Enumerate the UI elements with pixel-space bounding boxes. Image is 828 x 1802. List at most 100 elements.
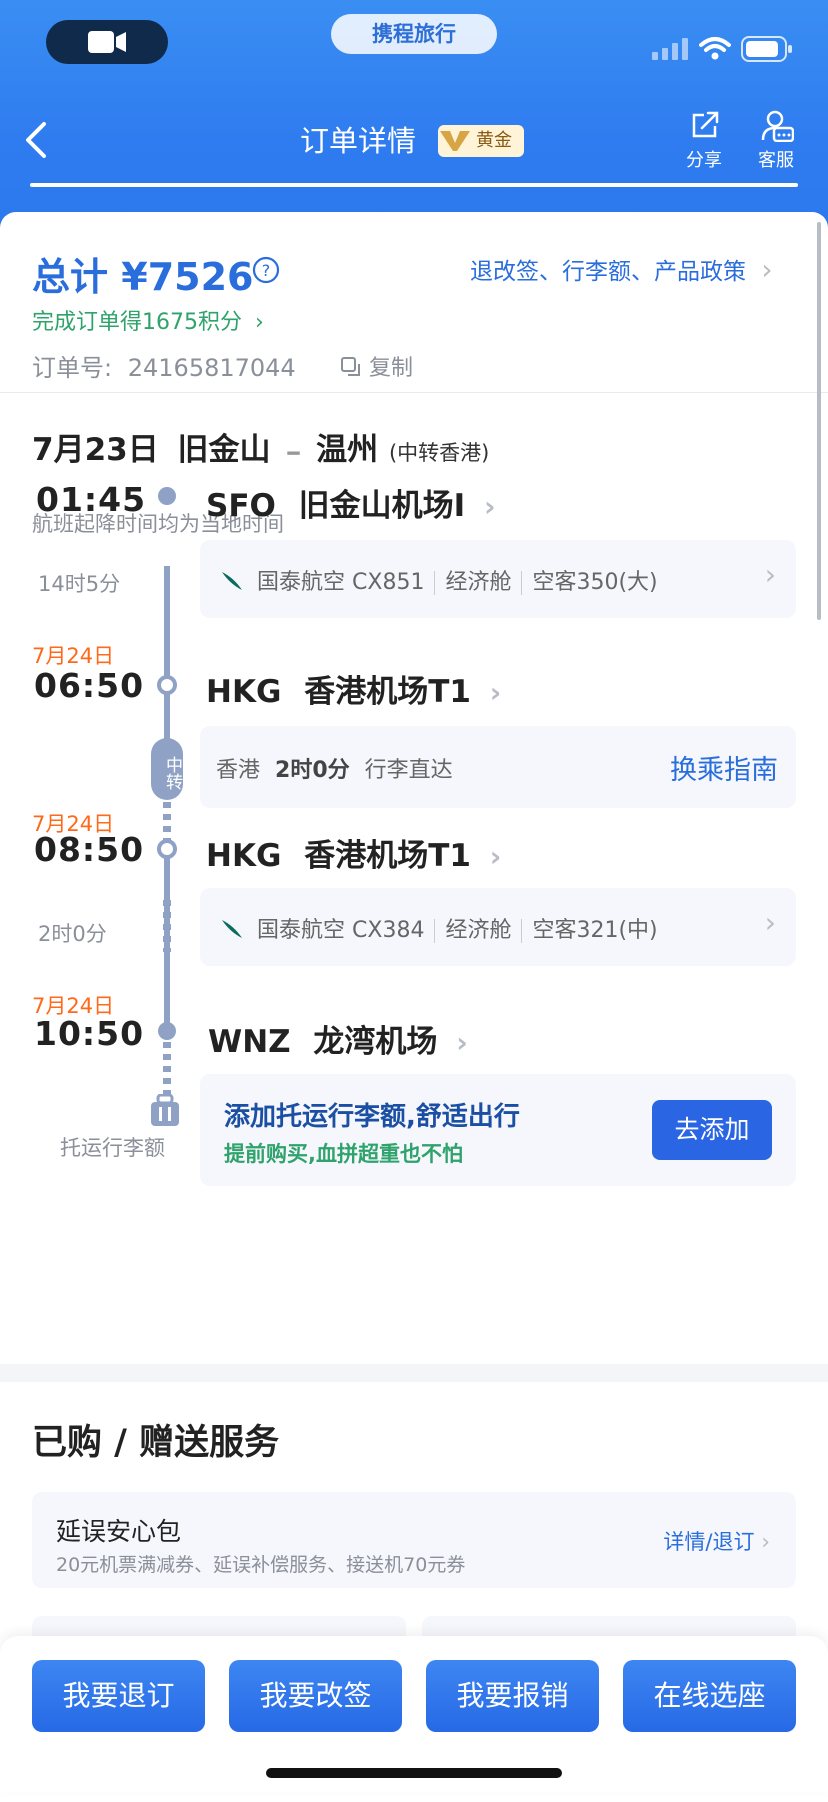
arrival-time: 10:50 xyxy=(34,1014,145,1053)
chevron-right-icon: › xyxy=(456,1026,468,1059)
membership-badge[interactable]: 黄金 xyxy=(438,125,524,157)
chevron-right-icon: › xyxy=(489,840,502,873)
timeline-ring xyxy=(157,839,177,859)
luggage-label: 托运行李额 xyxy=(60,1136,165,1160)
add-baggage-button[interactable]: 去添加 xyxy=(652,1100,772,1160)
chevron-right-icon: › xyxy=(761,253,773,286)
timeline-ring xyxy=(157,675,177,695)
refund-button[interactable]: 我要退订 xyxy=(32,1660,205,1732)
cabin: 经济舱 xyxy=(445,918,512,943)
transfer-duration: 2时0分 xyxy=(275,758,350,783)
chevron-right-icon: › xyxy=(484,490,496,523)
flight-number: CX384 xyxy=(352,918,425,943)
cathay-logo-icon xyxy=(222,572,242,590)
service-link-label: 详情/退订 xyxy=(663,1530,755,1554)
departure-time: 08:50 xyxy=(34,830,145,869)
order-card: 总计 ¥7526 ? 退改签、行李额、产品政策 › 完成订单得1675积分 › … xyxy=(0,212,828,1364)
change-button[interactable]: 我要改签 xyxy=(229,1660,402,1732)
transfer-city: 香港 xyxy=(216,758,261,783)
aircraft: 空客321(中) xyxy=(532,918,658,943)
trip-from: 旧金山 xyxy=(177,432,271,468)
chevron-right-icon: › xyxy=(764,558,776,591)
brand-badge: 携程旅行 xyxy=(331,14,497,54)
battery-icon xyxy=(741,36,792,62)
airport-name: 旧金山机场I xyxy=(298,488,466,524)
flight-number: CX851 xyxy=(352,570,425,595)
airport-code: HKG xyxy=(206,838,282,874)
airline: 国泰航空 xyxy=(257,570,346,595)
flight-info[interactable]: 国泰航空 CX384 经济舱 空客321(中) › xyxy=(200,888,796,966)
service-card[interactable]: 延误安心包 20元机票满减券、延误补偿服务、接送机70元券 详情/退订 › xyxy=(32,1492,796,1588)
page-title: 订单详情 xyxy=(300,124,417,158)
header-divider xyxy=(30,183,798,187)
v-icon xyxy=(440,131,470,151)
baggage-promo: 添加托运行李额,舒适出行 提前购买,血拼超重也不怕 去添加 xyxy=(200,1074,796,1186)
transfer-info: 香港 2时0分 行李直达 换乘指南 xyxy=(200,726,796,808)
airport-row[interactable]: HKG 香港机场T1 › xyxy=(206,666,501,711)
share-button[interactable]: 分享 xyxy=(674,110,734,171)
airport-code: HKG xyxy=(206,674,282,710)
airport-code: WNZ xyxy=(208,1024,291,1060)
share-label: 分享 xyxy=(686,150,722,171)
video-camera-icon xyxy=(88,31,126,53)
flight-info-text: 国泰航空 CX384 经济舱 空客321(中) xyxy=(220,912,658,944)
customer-service-icon xyxy=(761,110,794,142)
airport-name: 龙湾机场 xyxy=(313,1024,438,1060)
airport-row[interactable]: WNZ 龙湾机场 › xyxy=(208,1016,468,1061)
points-text[interactable]: 完成订单得1675积分 › xyxy=(32,304,264,336)
trip-via: (中转香港) xyxy=(388,441,490,465)
flight-info[interactable]: 国泰航空 CX851 经济舱 空客350(大) › xyxy=(200,540,796,618)
brand-label: 携程旅行 xyxy=(372,22,456,46)
airport-row[interactable]: HKG 香港机场T1 › xyxy=(206,830,501,875)
chevron-right-icon: › xyxy=(764,906,776,939)
service-link[interactable]: 详情/退订 › xyxy=(663,1526,770,1556)
flight-info-text: 国泰航空 CX851 经济舱 空客350(大) xyxy=(220,564,658,596)
service-title: 延误安心包 xyxy=(56,1517,182,1546)
promo-subtitle: 提前购买,血拼超重也不怕 xyxy=(224,1142,463,1166)
segment-duration: 2时0分 xyxy=(38,922,107,946)
transfer-guide-link[interactable]: 换乘指南 xyxy=(670,748,778,787)
airport-code: SFO xyxy=(206,488,276,524)
back-icon[interactable] xyxy=(22,120,50,160)
service-label: 客服 xyxy=(758,150,794,171)
seat-selection-button[interactable]: 在线选座 xyxy=(623,1660,796,1732)
signal-icon xyxy=(652,38,688,60)
departure-time: 01:45 xyxy=(36,480,147,519)
timeline-dot xyxy=(158,487,176,505)
wifi-icon xyxy=(699,37,731,60)
policy-link-label: 退改签、行李额、产品政策 xyxy=(470,259,746,285)
order-label: 订单号: xyxy=(32,354,113,382)
trip-date: 7月23日 xyxy=(32,432,159,468)
segment-duration: 14时5分 xyxy=(38,572,121,596)
timeline-dot xyxy=(158,1022,176,1040)
home-indicator xyxy=(266,1768,562,1778)
order-number-row: 订单号: 24165817044 xyxy=(32,348,296,383)
policy-link[interactable]: 退改签、行李额、产品政策 › xyxy=(470,252,773,286)
trip-to: 温州 xyxy=(316,432,379,468)
airport-row[interactable]: SFO 旧金山机场I › xyxy=(206,480,496,525)
luggage-icon xyxy=(151,1094,179,1126)
airport-name: 香港机场T1 xyxy=(304,838,471,874)
timeline-dotted-b xyxy=(163,900,171,952)
transfer-text: 香港 2时0分 行李直达 xyxy=(216,752,453,784)
total-price: 总计 ¥7526 xyxy=(32,246,253,301)
promo-title: 添加托运行李额,舒适出行 xyxy=(224,1102,520,1132)
svg-text:?: ? xyxy=(262,261,271,280)
reimburse-button[interactable]: 我要报销 xyxy=(426,1660,599,1732)
total-amount: ¥7526 xyxy=(121,255,254,299)
divider xyxy=(0,392,828,393)
scrollbar[interactable] xyxy=(817,222,821,620)
cathay-logo-icon xyxy=(222,920,242,938)
customer-service-button[interactable]: 客服 xyxy=(746,110,806,171)
total-prefix: 总计 xyxy=(32,255,109,299)
badge-label: 黄金 xyxy=(476,130,512,151)
airline: 国泰航空 xyxy=(257,918,346,943)
copy-icon xyxy=(341,357,360,376)
points-label: 完成订单得1675积分 xyxy=(32,310,242,335)
transfer-tag-label: 中转 xyxy=(162,756,182,790)
copy-button[interactable]: 复制 xyxy=(340,350,413,382)
route-title: 7月23日 旧金山 ━ 温州 (中转香港) xyxy=(32,424,489,469)
chevron-right-icon: › xyxy=(489,676,502,709)
aircraft: 空客350(大) xyxy=(532,570,658,595)
help-icon[interactable]: ? xyxy=(252,256,280,284)
